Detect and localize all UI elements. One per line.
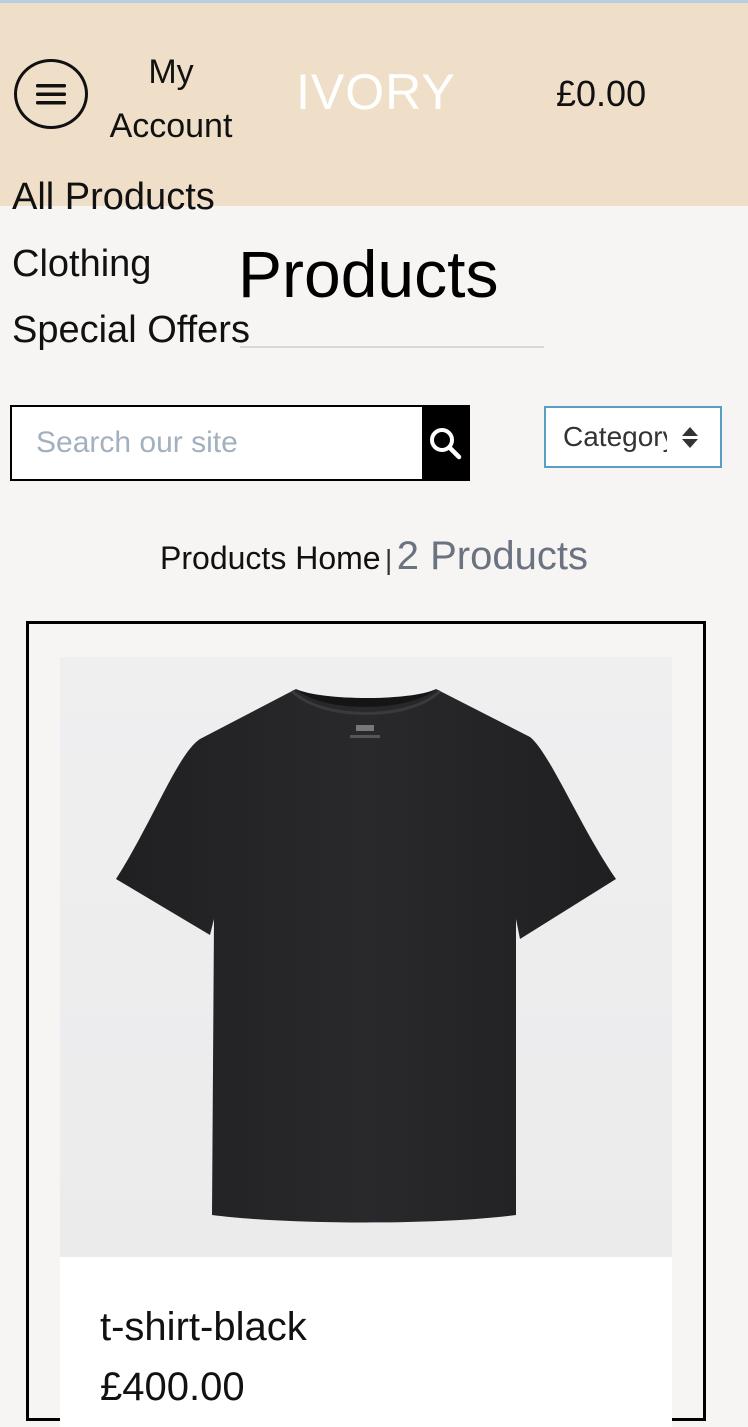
account-label-line2: Account [109, 107, 233, 145]
tshirt-image [116, 689, 616, 1223]
nav-item-all-products[interactable]: All Products [12, 176, 215, 219]
menu-button[interactable] [14, 59, 88, 129]
hamburger-menu-icon [36, 84, 66, 105]
breadcrumb-products-home[interactable]: Products Home [160, 540, 381, 576]
account-label-line1: My [148, 53, 194, 91]
sort-arrows-icon [682, 426, 698, 448]
my-account-link[interactable]: My Account [100, 45, 242, 153]
magnifier-icon [430, 428, 462, 460]
product-price: £400.00 [100, 1365, 245, 1409]
cart-total[interactable]: £0.00 [556, 73, 646, 115]
product-info: t-shirt-black £400.00 [60, 1257, 672, 1427]
breadcrumb: Products Home | 2 Products [0, 534, 748, 579]
nav-item-clothing[interactable]: Clothing [12, 243, 151, 286]
product-name[interactable]: t-shirt-black [100, 1305, 307, 1350]
page-title: Products [238, 237, 499, 311]
product-card[interactable]: t-shirt-black £400.00 [26, 621, 706, 1427]
category-select-value: Category [563, 421, 667, 452]
search-button[interactable] [422, 407, 468, 479]
nav-item-special-offers[interactable]: Special Offers [12, 309, 250, 352]
category-select[interactable]: Category [544, 406, 722, 468]
search-form [10, 405, 470, 481]
product-count: 2 Products [396, 534, 588, 578]
brand-logo[interactable]: IVORY [296, 63, 456, 121]
breadcrumb-separator: | [385, 544, 393, 575]
product-image[interactable] [60, 657, 672, 1257]
title-divider [240, 346, 544, 348]
search-input[interactable] [12, 407, 422, 479]
